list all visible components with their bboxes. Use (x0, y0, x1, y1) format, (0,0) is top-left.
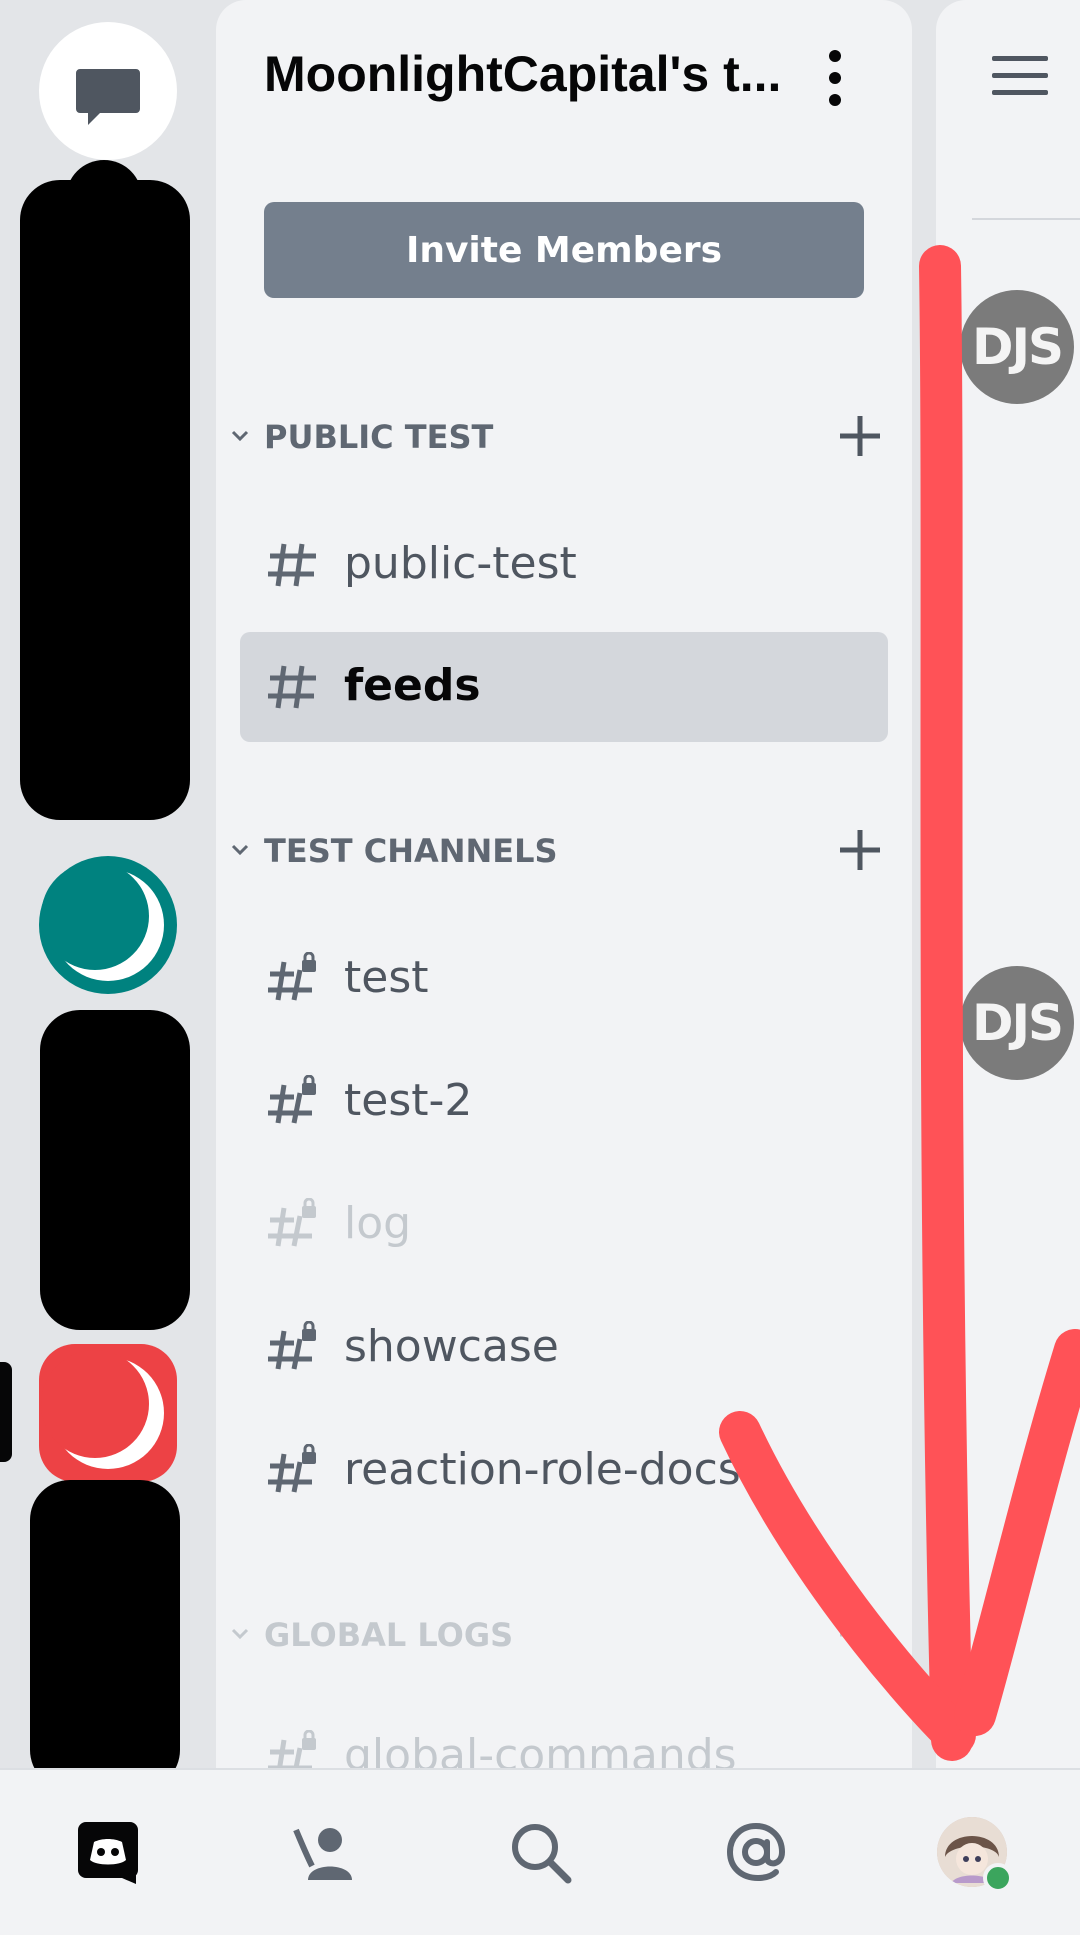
add-channel-icon[interactable] (836, 412, 884, 460)
direct-messages-button[interactable] (39, 22, 177, 160)
channel-label: log (344, 1198, 412, 1249)
server-name[interactable]: MoonlightCapital's t... (264, 45, 804, 103)
server-menu-icon[interactable] (814, 50, 854, 106)
channel-label: public-test (344, 538, 577, 589)
invite-members-button[interactable]: Invite Members (264, 202, 864, 298)
selected-server-pill (0, 1362, 12, 1462)
category-header[interactable]: TEST CHANNELS (228, 826, 880, 876)
channel-label: test-2 (344, 1075, 473, 1126)
locked-hash-icon (268, 1321, 316, 1370)
hash-icon (268, 543, 316, 587)
redacted-scribble (66, 160, 142, 240)
locked-hash-icon (268, 1444, 316, 1493)
nav-friends[interactable] (274, 1802, 374, 1902)
friends-icon (293, 1828, 352, 1880)
djs-avatar[interactable]: DJS (960, 966, 1074, 1080)
crescent-moon-icon (41, 1350, 164, 1469)
bottom-navigation (0, 1768, 1080, 1935)
add-channel-icon[interactable] (836, 826, 884, 874)
channel-label: global-commands (344, 1730, 737, 1768)
channel-item-selected[interactable]: feeds (240, 632, 888, 742)
category-label: PUBLIC TEST (264, 418, 494, 456)
redacted-scribble (40, 1010, 190, 1330)
channel-item[interactable]: showcase (240, 1293, 888, 1403)
locked-hash-icon (268, 1730, 316, 1768)
discord-logo-icon (78, 1822, 138, 1884)
hash-icon (268, 665, 316, 709)
locked-hash-icon (268, 1198, 316, 1247)
server-icon-red-moon[interactable] (39, 1344, 177, 1482)
nav-home[interactable] (58, 1802, 158, 1902)
nav-mentions[interactable] (706, 1802, 806, 1902)
server-icon-teal-moon[interactable] (39, 856, 177, 994)
divider (972, 218, 1080, 220)
channel-label: test (344, 952, 429, 1003)
category-label: GLOBAL LOGS (264, 1616, 514, 1654)
locked-hash-icon (268, 952, 316, 1001)
add-channel-icon[interactable] (836, 1610, 884, 1658)
channel-item[interactable]: test (240, 924, 888, 1034)
redacted-scribble (20, 180, 190, 820)
channel-label: feeds (344, 660, 481, 711)
online-status-icon (983, 1863, 1013, 1893)
category-header[interactable]: PUBLIC TEST (228, 412, 880, 462)
server-list (0, 0, 216, 1790)
user-avatar (937, 1817, 1013, 1893)
chat-panel-peek[interactable]: DJS DJS (936, 0, 1080, 1768)
at-sign-icon (726, 1822, 786, 1882)
channel-item-muted[interactable]: global-commands (240, 1702, 888, 1768)
chevron-down-icon (231, 1628, 249, 1640)
chevron-down-icon (231, 430, 249, 442)
nav-profile[interactable] (922, 1802, 1022, 1902)
crescent-moon-icon (41, 862, 164, 981)
chevron-down-icon (231, 844, 249, 856)
locked-hash-icon (268, 1075, 316, 1124)
chat-bubble-icon (76, 69, 140, 125)
channel-item[interactable]: reaction-role-docs (240, 1416, 888, 1526)
hamburger-menu-icon[interactable] (992, 56, 1048, 96)
nav-search[interactable] (490, 1802, 590, 1902)
channel-label: showcase (344, 1321, 559, 1372)
channel-item[interactable]: test-2 (240, 1047, 888, 1157)
channel-item[interactable]: public-test (240, 510, 888, 620)
category-header-muted[interactable]: GLOBAL LOGS (228, 1610, 880, 1660)
category-label: TEST CHANNELS (264, 832, 558, 870)
redacted-scribble (30, 1480, 180, 1790)
channel-panel: MoonlightCapital's t... Invite Members P… (216, 0, 912, 1768)
channel-item-muted[interactable]: log (240, 1170, 888, 1280)
channel-label: reaction-role-docs (344, 1444, 741, 1495)
djs-avatar[interactable]: DJS (960, 290, 1074, 404)
search-icon (512, 1824, 572, 1884)
